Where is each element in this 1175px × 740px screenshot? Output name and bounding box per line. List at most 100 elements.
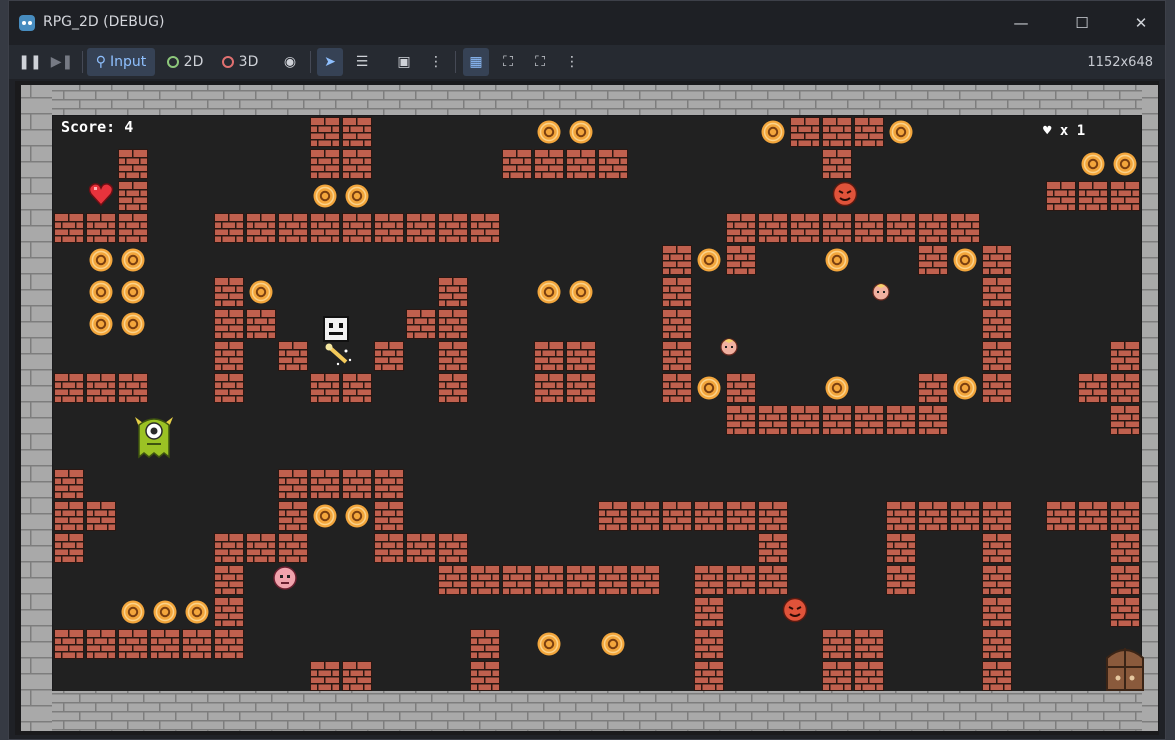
window-title: RPG_2D (DEBUG)	[43, 14, 165, 30]
pause-button[interactable]: ❚❚	[17, 48, 43, 76]
coin-pickup	[536, 631, 562, 657]
coin-pickup	[88, 247, 114, 273]
maximize-icon[interactable]: ☐	[1070, 11, 1094, 35]
brick-block	[822, 213, 852, 243]
brick-block	[310, 117, 340, 147]
coin-pickup	[952, 247, 978, 273]
brick-block	[118, 213, 148, 243]
brick-block	[470, 629, 500, 659]
brick-block	[694, 597, 724, 627]
more-options-icon[interactable]: ⋮	[559, 48, 585, 76]
brick-block	[1110, 597, 1140, 627]
game-viewport[interactable]: Score: 4 ♥ x 1	[15, 81, 1159, 735]
coin-pickup	[312, 183, 338, 209]
brick-block	[822, 149, 852, 179]
brick-block	[54, 373, 84, 403]
brick-block	[54, 469, 84, 499]
small-face-enemy	[720, 338, 738, 356]
brick-block	[854, 117, 884, 147]
brick-block	[118, 629, 148, 659]
brick-block	[982, 533, 1012, 563]
brick-block	[886, 565, 916, 595]
brick-block	[982, 277, 1012, 307]
brick-block	[470, 661, 500, 691]
more-options-icon[interactable]: ⋮	[423, 48, 449, 76]
brick-block	[182, 629, 212, 659]
brick-block	[310, 661, 340, 691]
expand-icon[interactable]: ⛶	[495, 48, 521, 76]
brick-block	[374, 213, 404, 243]
title-bar[interactable]: RPG_2D (DEBUG) — ☐ ✕	[9, 1, 1165, 45]
coin-pickup	[568, 119, 594, 145]
brick-block	[118, 181, 148, 211]
brick-block	[854, 213, 884, 243]
exit-door[interactable]	[1106, 648, 1144, 691]
brick-block	[982, 245, 1012, 275]
brick-block	[982, 597, 1012, 627]
coin-pickup	[888, 119, 914, 145]
brick-block	[278, 533, 308, 563]
brick-block	[534, 341, 564, 371]
player-character[interactable]	[323, 316, 349, 342]
mode-2d-button[interactable]: 2D	[163, 48, 207, 76]
cyclops-monster	[135, 417, 173, 459]
brick-block	[918, 213, 948, 243]
brick-block	[982, 373, 1012, 403]
brick-block	[246, 213, 276, 243]
brick-block	[54, 213, 84, 243]
brick-block	[502, 565, 532, 595]
brick-block	[950, 213, 980, 243]
brick-block	[246, 309, 276, 339]
brick-block	[1078, 181, 1108, 211]
brick-block	[790, 213, 820, 243]
brick-block	[854, 661, 884, 691]
brick-block	[1110, 405, 1140, 435]
fullscreen-icon[interactable]: ⛶	[527, 48, 553, 76]
next-frame-button[interactable]: ▶❚	[49, 48, 75, 76]
brick-block	[758, 533, 788, 563]
brick-block	[438, 277, 468, 307]
brick-block	[534, 565, 564, 595]
background-editor-right	[1166, 0, 1175, 740]
small-face-enemy	[872, 283, 890, 301]
brick-block	[982, 501, 1012, 531]
pink-blob-enemy	[273, 566, 297, 590]
coin-pickup	[88, 279, 114, 305]
brick-block	[982, 565, 1012, 595]
input-toggle-button[interactable]: ⚲ Input	[87, 48, 155, 76]
brick-block	[694, 501, 724, 531]
game-canvas[interactable]: Score: 4 ♥ x 1	[15, 81, 1159, 735]
select-cursor-icon[interactable]: ➤	[317, 48, 343, 76]
coin-pickup	[344, 503, 370, 529]
brick-block	[758, 213, 788, 243]
brick-block	[54, 533, 84, 563]
minimize-icon[interactable]: —	[1009, 11, 1033, 35]
frame-fit-icon[interactable]: ▦	[463, 48, 489, 76]
brick-block	[758, 405, 788, 435]
mode-3d-icon	[221, 56, 234, 68]
input-icon: ⚲	[95, 54, 106, 70]
coin-pickup	[696, 247, 722, 273]
close-icon[interactable]: ✕	[1129, 11, 1153, 35]
mode-3d-button[interactable]: 3D	[217, 48, 263, 76]
brick-block	[726, 405, 756, 435]
brick-block	[758, 565, 788, 595]
coin-pickup	[568, 279, 594, 305]
brick-block	[342, 149, 372, 179]
brick-block	[822, 629, 852, 659]
brick-block	[1046, 181, 1076, 211]
coin-pickup	[344, 183, 370, 209]
coin-pickup	[120, 279, 146, 305]
coin-pickup	[152, 599, 178, 625]
visibility-eye-icon[interactable]: ◉	[277, 48, 303, 76]
brick-block	[438, 533, 468, 563]
brick-block	[278, 341, 308, 371]
brick-block	[854, 405, 884, 435]
list-select-icon[interactable]: ☰	[349, 48, 375, 76]
lives-label: ♥ x 1	[1043, 123, 1085, 139]
coin-pickup	[952, 375, 978, 401]
mode-2d-icon	[166, 56, 179, 68]
brick-block	[950, 501, 980, 531]
brick-block	[822, 117, 852, 147]
camera-icon[interactable]: ▣	[391, 48, 417, 76]
